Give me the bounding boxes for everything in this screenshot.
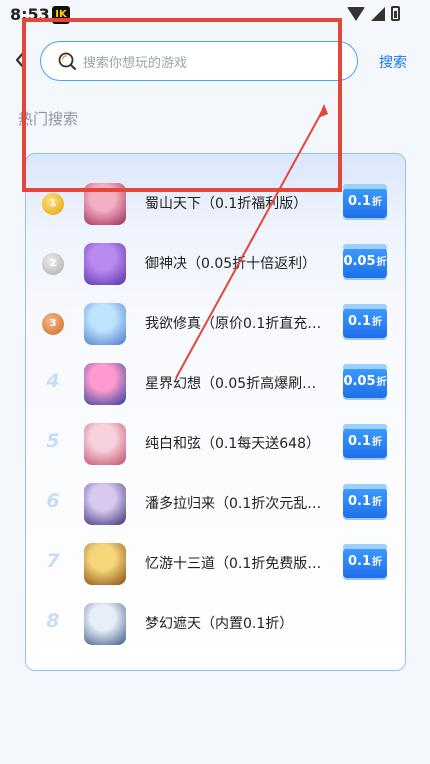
status-bar: 8:53 IK (0, 0, 430, 30)
status-indicators (347, 6, 400, 21)
discount-badge: 0.05 (343, 364, 387, 398)
back-arrow-icon[interactable] (14, 50, 26, 70)
game-name[interactable]: 潘多拉归来（0.1折次元乱… (145, 493, 335, 513)
app-notification-icon: IK (52, 6, 70, 24)
rank-number: 5 (46, 430, 60, 452)
hot-list-item[interactable]: 5 纯白和弦（0.1每天送648） 0.1 (26, 414, 407, 474)
discount-badge: 0.1 (343, 184, 387, 218)
game-name[interactable]: 蜀山天下（0.1折福利版） (145, 193, 335, 213)
hot-list-item[interactable]: 4 星界幻想（0.05折高爆刷… 0.05 (26, 354, 407, 414)
game-icon[interactable] (84, 363, 126, 405)
discount-badge: 0.05 (343, 244, 387, 278)
hot-list-item[interactable]: 3 我欲修真（原价0.1折直充… 0.1 (26, 294, 407, 354)
hot-list-item[interactable]: 8 梦幻遮天（内置0.1折） (26, 594, 407, 654)
game-name[interactable]: 我欲修真（原价0.1折直充… (145, 313, 335, 333)
game-icon[interactable] (84, 423, 126, 465)
rank-number: 4 (46, 370, 60, 392)
silver-medal-icon: 2 (42, 253, 64, 275)
search-button[interactable]: 搜索 (379, 52, 407, 72)
hot-list-item[interactable]: 1 蜀山天下（0.1折福利版） 0.1 (26, 174, 407, 234)
discount-badge: 0.1 (343, 544, 387, 578)
rank-number: 7 (46, 550, 60, 572)
game-name[interactable]: 御神决（0.05折十倍返利） (145, 253, 335, 273)
discount-badge: 0.1 (343, 484, 387, 518)
search-placeholder: 搜索你想玩的游戏 (83, 55, 188, 71)
game-icon[interactable] (84, 483, 126, 525)
status-time: 8:53 (10, 5, 50, 24)
discount-badge: 0.1 (343, 304, 387, 338)
hot-search-list: 1 蜀山天下（0.1折福利版） 0.1 2 御神决（0.05折十倍返利） 0.05 3 我欲修… (25, 153, 406, 671)
hot-search-title: 热门搜索 (18, 110, 79, 128)
hot-list-item[interactable]: 2 御神决（0.05折十倍返利） 0.05 (26, 234, 407, 294)
rank-number: 6 (46, 490, 60, 512)
game-icon[interactable] (84, 243, 126, 285)
game-name[interactable]: 忆游十三道（0.1折免费版… (145, 553, 335, 573)
search-icon (58, 52, 76, 70)
game-icon[interactable] (84, 603, 126, 645)
game-name[interactable]: 梦幻遮天（内置0.1折） (145, 613, 335, 633)
game-icon[interactable] (84, 183, 126, 225)
hot-list-item[interactable]: 6 潘多拉归来（0.1折次元乱… 0.1 (26, 474, 407, 534)
rank-number: 8 (46, 610, 60, 632)
battery-icon (391, 6, 400, 21)
game-name[interactable]: 星界幻想（0.05折高爆刷… (145, 373, 335, 393)
discount-badge: 0.1 (343, 424, 387, 458)
bronze-medal-icon: 3 (42, 313, 64, 335)
game-name[interactable]: 纯白和弦（0.1每天送648） (145, 433, 335, 453)
hot-list-item[interactable]: 7 忆游十三道（0.1折免费版… 0.1 (26, 534, 407, 594)
game-icon[interactable] (84, 303, 126, 345)
search-input[interactable]: 搜索你想玩的游戏 (40, 41, 358, 81)
signal-icon (371, 6, 385, 21)
wifi-icon (347, 6, 365, 21)
game-icon[interactable] (84, 543, 126, 585)
gold-medal-icon: 1 (42, 193, 64, 215)
